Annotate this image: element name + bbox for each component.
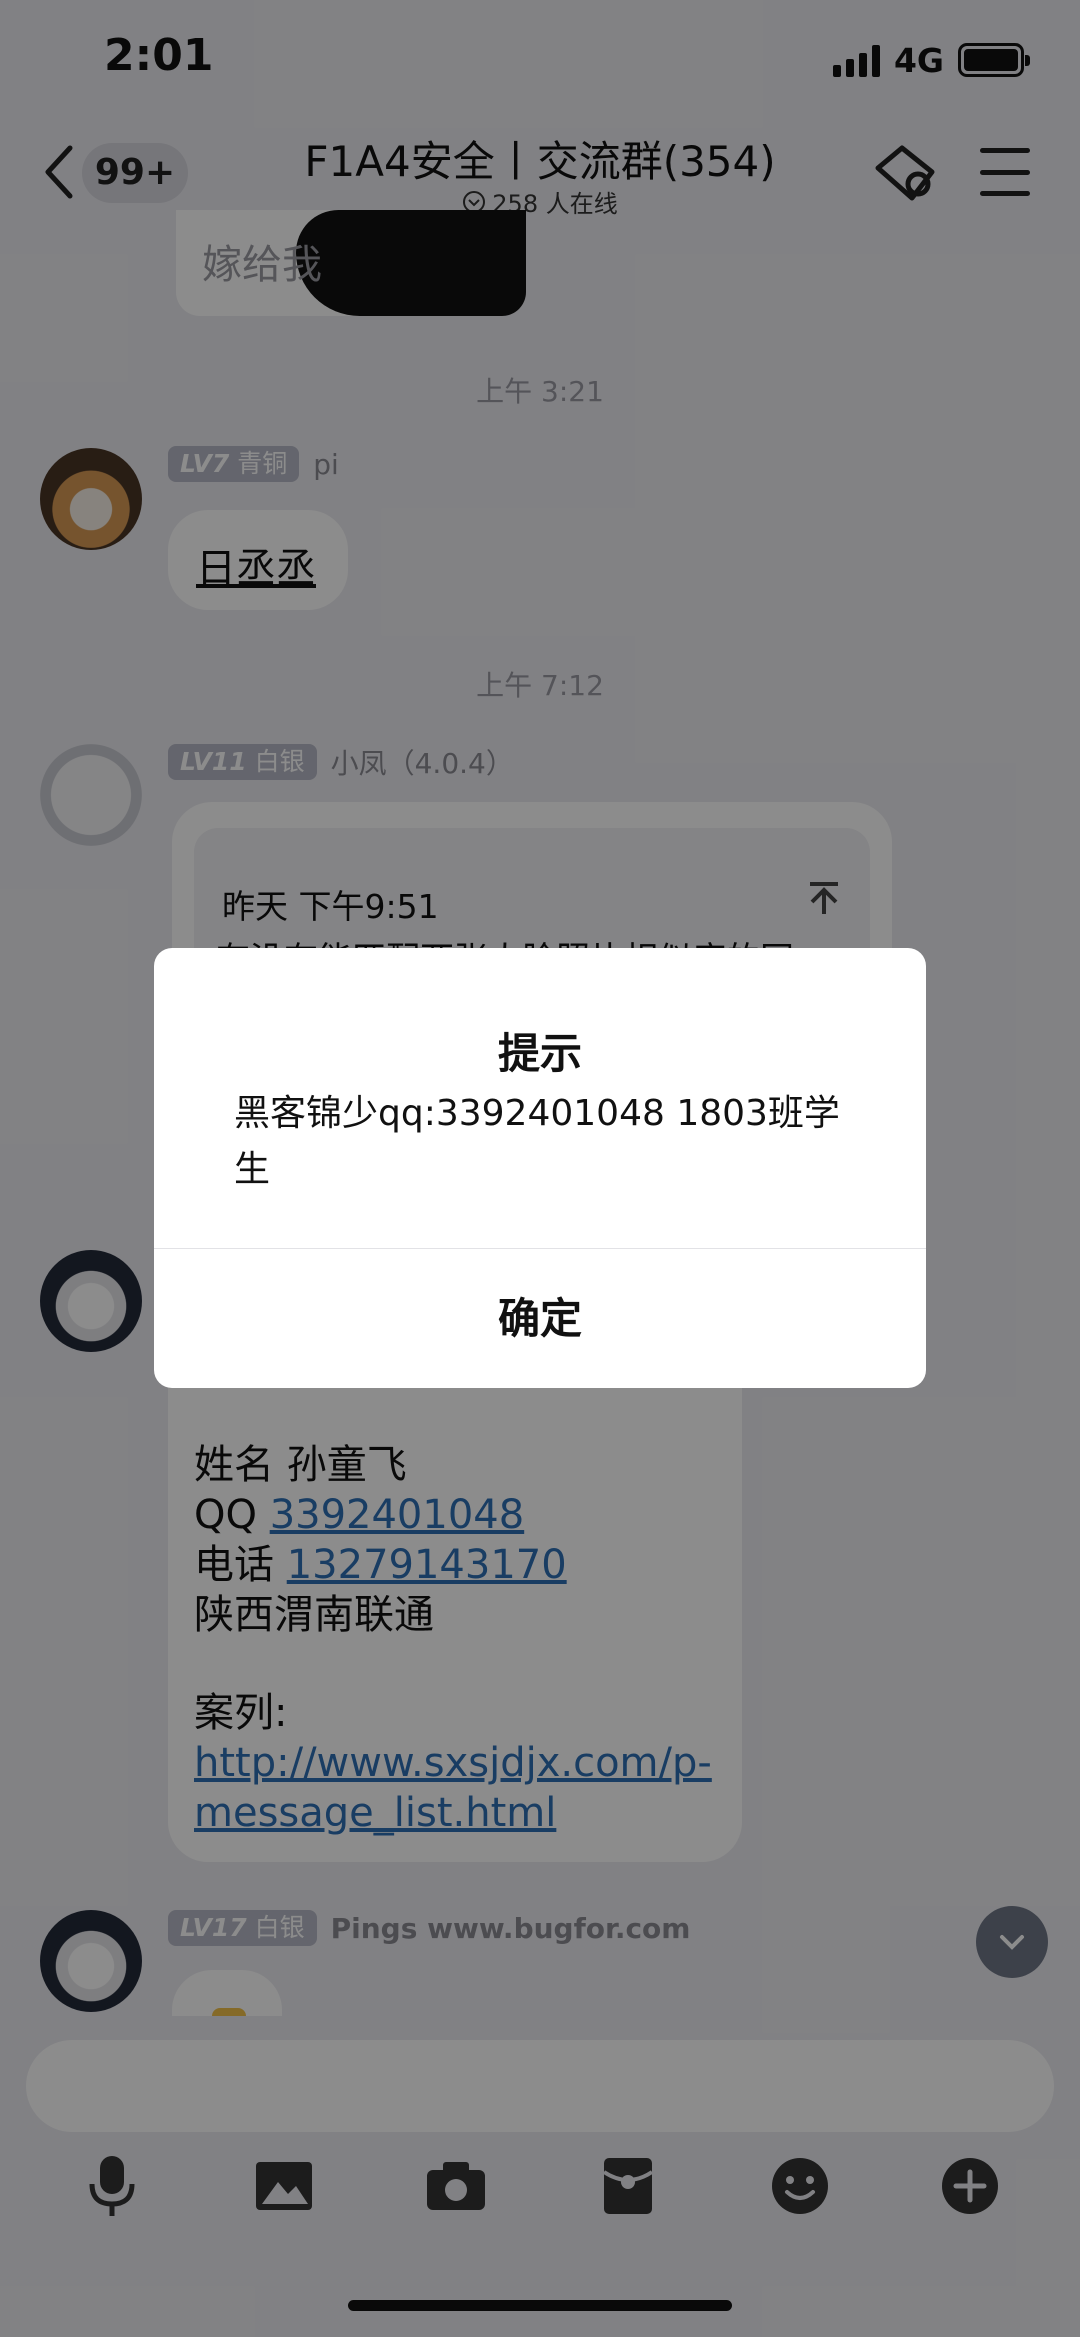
dialog-message: 黑客锦少qq:3392401048 1803班学生 bbox=[234, 1093, 840, 1190]
confirm-button[interactable]: 确定 bbox=[154, 1249, 926, 1388]
dialog-title: 提示 bbox=[497, 1029, 582, 1078]
alert-dialog: 提示 黑客锦少qq:3392401048 1803班学生 确定 bbox=[154, 948, 926, 1388]
